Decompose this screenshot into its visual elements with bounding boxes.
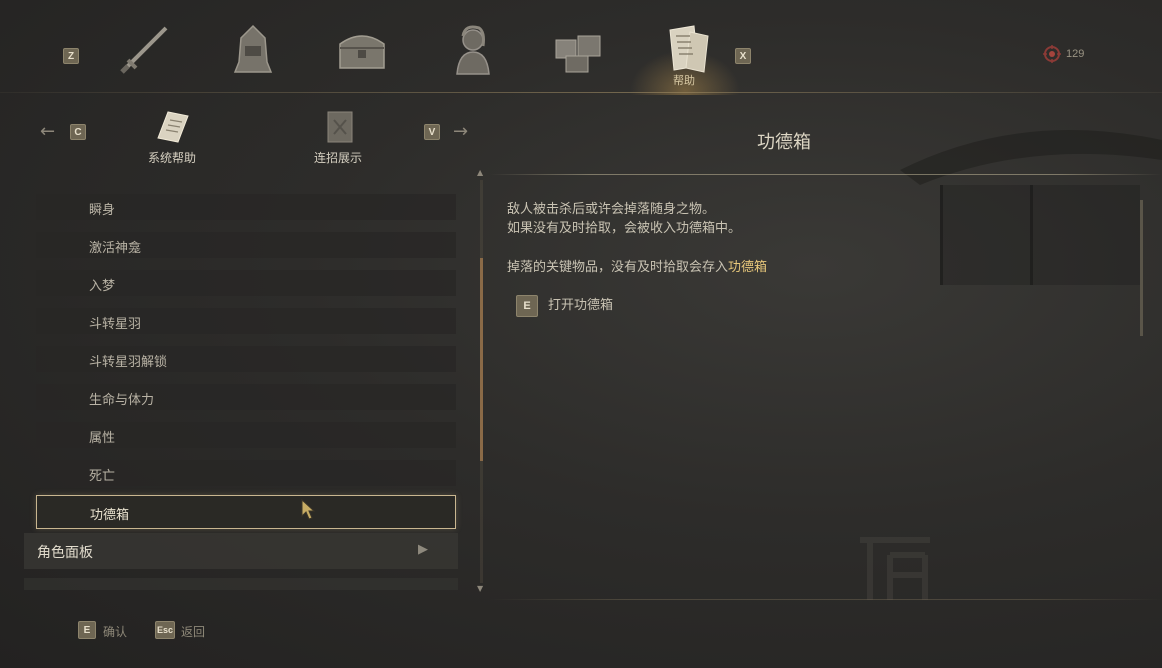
key-hint-esc: Esc <box>155 621 175 639</box>
subtab-label: 系统帮助 <box>148 151 197 165</box>
description-line: 敌人被击杀后或许会掉落随身之物。 <box>507 202 716 217</box>
action-label: 打开功德箱 <box>548 298 614 313</box>
tab-character[interactable] <box>445 22 501 78</box>
list-item-selected[interactable]: 功德箱 <box>36 495 456 529</box>
list-item-label: 属性 <box>89 431 116 446</box>
detail-title-divider <box>490 174 1162 175</box>
note-text: 掉落的关键物品，没有及时拾取会存入 <box>507 260 729 275</box>
list-scrollbar-thumb[interactable] <box>480 258 483 461</box>
helmet-icon <box>233 24 273 73</box>
list-item-label: 激活神龛 <box>89 241 142 256</box>
category-label: 角色面板 <box>37 544 93 560</box>
tab-weapon[interactable] <box>118 22 174 78</box>
list-item-label: 瞬身 <box>89 203 116 218</box>
tab-materials[interactable] <box>550 22 606 78</box>
background-temple-silhouette <box>900 130 1162 285</box>
note-highlight: 功德箱 <box>728 260 768 275</box>
key-hint-v[interactable]: V <box>424 124 440 140</box>
expand-arrow-icon: ▶ <box>418 542 428 557</box>
back-label: 返回 <box>181 625 206 639</box>
character-portrait-icon <box>456 25 490 75</box>
arrow-left-icon[interactable]: ← <box>40 121 55 142</box>
key-hint-z[interactable]: Z <box>63 48 79 64</box>
detail-note: 掉落的关键物品，没有及时拾取会存入功德箱 <box>507 258 767 277</box>
list-item[interactable]: 瞬身 <box>36 194 456 220</box>
key-hint-e-confirm: E <box>78 621 96 639</box>
list-item[interactable]: 斗转星羽 <box>36 308 456 334</box>
subtab-system-help[interactable]: 系统帮助 <box>140 108 208 168</box>
list-item-label: 斗转星羽 <box>89 317 142 332</box>
tab-help-label: 帮助 <box>673 74 695 87</box>
list-item[interactable]: 死亡 <box>36 460 456 486</box>
list-item-label: 斗转星羽解锁 <box>89 355 168 370</box>
detail-description: 敌人被击杀后或许会掉落随身之物。 如果没有及时拾取，会被收入功德箱中。 <box>507 200 741 238</box>
scroll-icon <box>327 111 353 143</box>
subtab-label: 连招展示 <box>314 151 363 165</box>
list-item-label: 入梦 <box>89 279 116 294</box>
tab-help[interactable] <box>660 22 716 78</box>
list-item[interactable]: 斗转星羽解锁 <box>36 346 456 372</box>
list-item-label: 功德箱 <box>90 508 130 523</box>
back-button[interactable]: Esc 返回 <box>155 620 225 640</box>
mouse-cursor-icon <box>301 498 316 520</box>
scroll-up-icon[interactable]: ▲ <box>477 168 483 177</box>
confirm-button[interactable]: E 确认 <box>78 620 138 640</box>
confirm-label: 确认 <box>103 625 128 639</box>
description-line: 如果没有及时拾取，会被收入功德箱中。 <box>507 221 742 236</box>
background-calligraphy-mark <box>860 537 930 600</box>
arrow-right-icon[interactable]: → <box>453 121 468 142</box>
currency-value: 129 <box>1066 48 1085 60</box>
open-merit-box-action[interactable]: E 打开功德箱 <box>516 294 656 318</box>
footer-divider <box>490 599 1162 600</box>
detail-title: 功德箱 <box>757 132 811 153</box>
category-character-panel[interactable]: 角色面板 ▶ <box>24 533 458 569</box>
tab-inventory[interactable] <box>334 22 390 78</box>
top-divider <box>0 92 1162 93</box>
key-hint-e: E <box>516 295 538 317</box>
crates-icon <box>555 35 601 73</box>
key-hint-c[interactable]: C <box>70 124 86 140</box>
book-scroll-icon <box>669 25 709 73</box>
chest-icon <box>339 35 385 69</box>
sword-icon <box>120 26 168 74</box>
key-hint-x[interactable]: X <box>735 48 751 64</box>
list-item[interactable]: 激活神龛 <box>36 232 456 258</box>
subtab-combo-showcase[interactable]: 连招展示 <box>306 108 374 168</box>
list-item-label: 死亡 <box>89 469 116 484</box>
detail-scrollbar[interactable] <box>1140 200 1143 336</box>
list-item[interactable]: 入梦 <box>36 270 456 296</box>
scroll-down-icon[interactable]: ▼ <box>477 584 483 593</box>
tab-armor[interactable] <box>225 22 281 78</box>
list-item[interactable]: 属性 <box>36 422 456 448</box>
list-item[interactable]: 生命与体力 <box>36 384 456 410</box>
spirit-currency-icon <box>1043 45 1061 67</box>
list-item-label: 生命与体力 <box>89 393 155 408</box>
next-category-partial <box>24 578 458 590</box>
manual-book-icon <box>157 111 189 143</box>
